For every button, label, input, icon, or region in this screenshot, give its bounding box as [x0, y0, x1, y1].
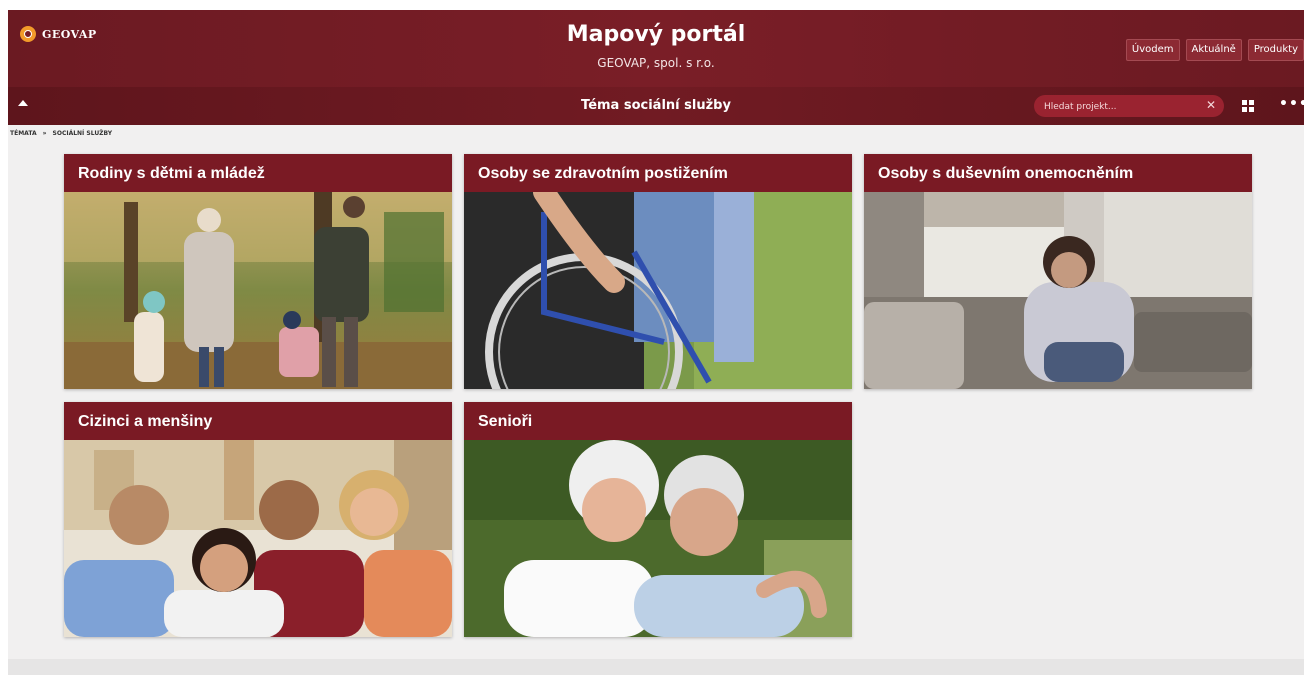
- breadcrumb-item-current: SOCIÁLNÍ SLUŽBY: [52, 130, 113, 137]
- sad-woman-sofa-photo: [864, 192, 1252, 389]
- clear-search-icon[interactable]: ✕: [1206, 98, 1216, 112]
- nav-produkty-button[interactable]: Produkty: [1247, 39, 1304, 61]
- diverse-group-photo: [64, 440, 452, 637]
- nav-aktualne-button[interactable]: Aktuálně: [1185, 39, 1242, 61]
- card-title: Senioři: [464, 402, 852, 440]
- card-title: Osoby se zdravotním postižením: [464, 154, 852, 192]
- theme-card-mental-illness[interactable]: Osoby s duševním onemocněním: [864, 154, 1252, 389]
- top-nav: Úvodem Aktuálně Produkty: [1125, 39, 1304, 61]
- header: GEOVAP Mapový portál GEOVAP, spol. s r.o…: [8, 10, 1304, 87]
- theme-card-seniors[interactable]: Senioři: [464, 402, 852, 637]
- theme-card-families[interactable]: Rodiny s dětmi a mládež: [64, 154, 452, 389]
- card-title: Cizinci a menšiny: [64, 402, 452, 440]
- breadcrumb: TÉMATA » SOCIÁLNÍ SLUŽBY: [10, 130, 112, 137]
- senior-couple-photo: [464, 440, 852, 637]
- app-frame: GEOVAP Mapový portál GEOVAP, spol. s r.o…: [8, 10, 1304, 675]
- breadcrumb-separator: »: [42, 130, 47, 137]
- grid-view-icon[interactable]: [1242, 100, 1254, 112]
- page-subtitle: GEOVAP, spol. s r.o.: [597, 56, 715, 70]
- card-title: Osoby s duševním onemocněním: [864, 154, 1252, 192]
- card-title: Rodiny s dětmi a mládež: [64, 154, 452, 192]
- theme-card-foreigners[interactable]: Cizinci a menšiny: [64, 402, 452, 637]
- footer-strip: [8, 659, 1304, 675]
- wheelchair-photo: [464, 192, 852, 389]
- project-search: ✕: [1034, 95, 1224, 117]
- page-title: Mapový portál: [566, 22, 746, 47]
- theme-bar: Téma sociální služby ✕ •••: [8, 87, 1304, 125]
- family-walking-park-photo: [64, 192, 452, 389]
- theme-card-disability[interactable]: Osoby se zdravotním postižením: [464, 154, 852, 389]
- more-options-icon[interactable]: •••: [1279, 96, 1304, 112]
- nav-uvodem-button[interactable]: Úvodem: [1125, 39, 1180, 61]
- search-input[interactable]: [1042, 97, 1196, 117]
- breadcrumb-item-temata[interactable]: TÉMATA: [10, 130, 37, 137]
